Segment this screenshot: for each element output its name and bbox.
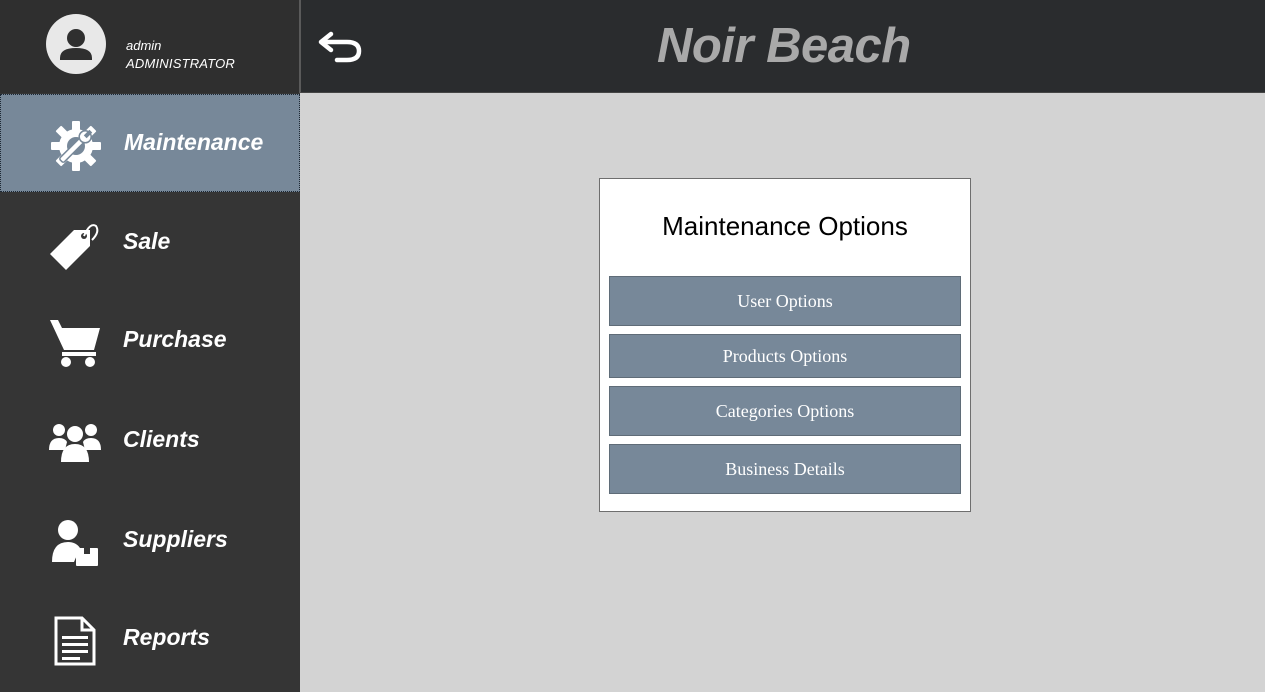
users-group-icon	[49, 424, 101, 462]
sidebar-item-label: Maintenance	[124, 129, 264, 155]
user-avatar-icon	[46, 14, 106, 74]
sidebar: admin ADMINISTRATOR Maintenance Sale Pur…	[0, 0, 300, 692]
user-role: ADMINISTRATOR	[126, 56, 236, 71]
maintenance-options-panel: Maintenance Options User Options Product…	[599, 178, 971, 512]
price-tag-icon	[50, 224, 99, 270]
sidebar-item-reports[interactable]: Reports	[0, 590, 300, 688]
sidebar-item-clients[interactable]: Clients	[0, 392, 300, 490]
sidebar-item-label: Reports	[123, 624, 210, 650]
user-options-button[interactable]: User Options	[609, 276, 961, 326]
user-name: admin	[126, 38, 162, 53]
panel-title: Maintenance Options	[662, 211, 908, 241]
sidebar-item-sale[interactable]: Sale	[0, 194, 300, 292]
sidebar-item-label: Clients	[123, 426, 200, 452]
app-title: Noir Beach	[657, 19, 911, 73]
user-panel: admin ADMINISTRATOR	[0, 0, 300, 93]
sidebar-item-maintenance[interactable]: Maintenance	[0, 94, 300, 192]
sidebar-item-label: Sale	[123, 228, 171, 254]
products-options-button[interactable]: Products Options	[609, 334, 961, 378]
header-bar: Noir Beach	[300, 0, 1265, 93]
document-icon	[54, 616, 96, 666]
supplier-icon	[52, 520, 98, 566]
sidebar-item-suppliers[interactable]: Suppliers	[0, 492, 300, 590]
sidebar-item-label: Suppliers	[123, 526, 228, 552]
gear-wrench-icon	[51, 121, 101, 171]
sidebar-item-label: Purchase	[123, 326, 227, 352]
sidebar-item-purchase[interactable]: Purchase	[0, 292, 300, 390]
shopping-cart-icon	[50, 320, 100, 367]
back-arrow-icon[interactable]	[317, 26, 363, 66]
business-details-button[interactable]: Business Details	[609, 444, 961, 494]
categories-options-button[interactable]: Categories Options	[609, 386, 961, 436]
